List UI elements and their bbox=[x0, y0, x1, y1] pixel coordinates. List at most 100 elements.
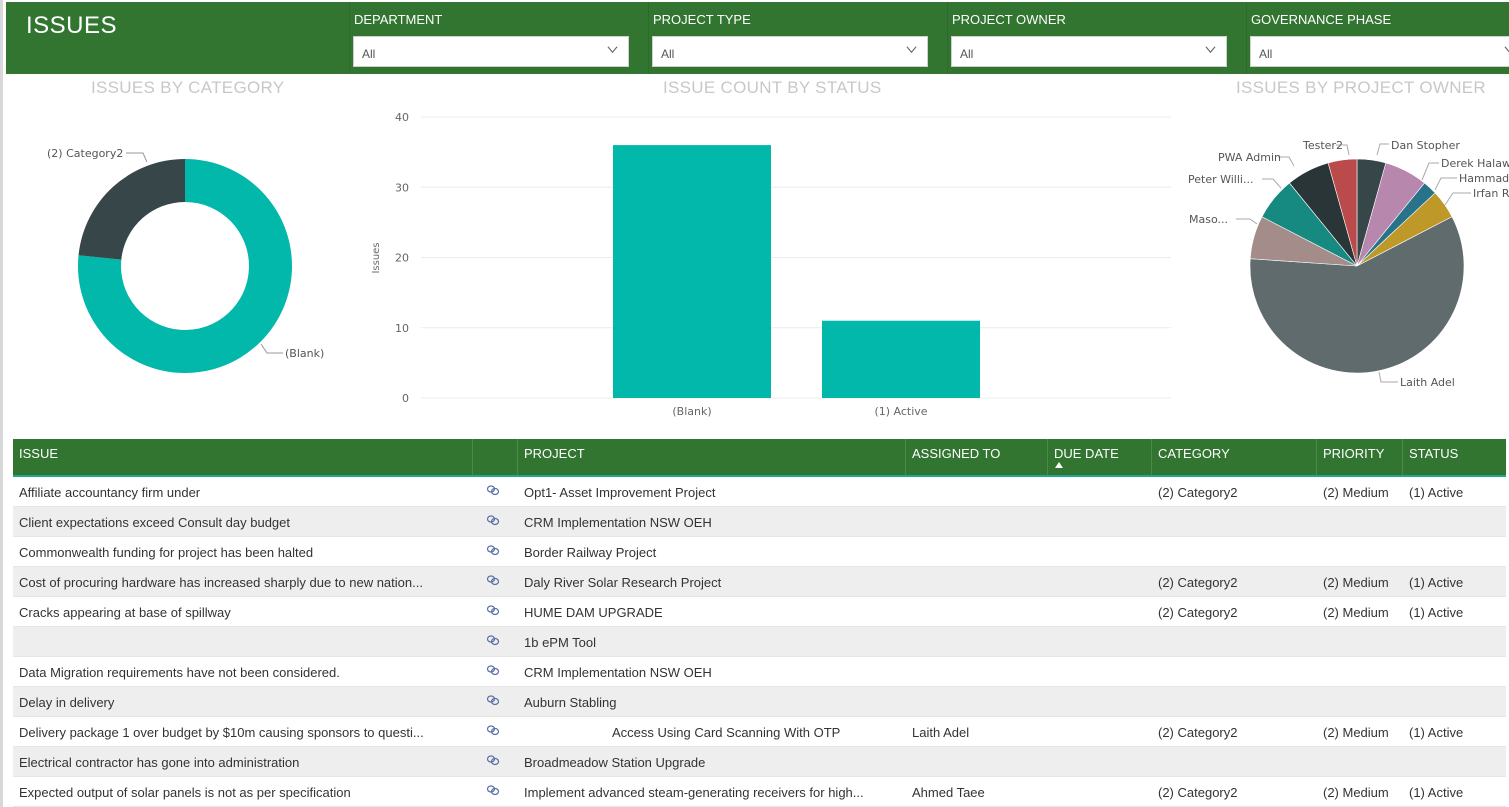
table-row[interactable]: 1b ePM Tool bbox=[13, 627, 1506, 657]
cell-issue: Delivery package 1 over budget by $10m c… bbox=[19, 725, 424, 740]
pie-label-8: Tester2 bbox=[1302, 139, 1343, 152]
cell-due-date bbox=[1048, 537, 1152, 567]
bar-0[interactable] bbox=[613, 145, 771, 398]
chevron-down-icon bbox=[607, 46, 618, 54]
table-row[interactable]: Delay in delivery Auburn Stabling bbox=[13, 687, 1506, 717]
governance-phase-dropdown[interactable]: All bbox=[1250, 36, 1509, 67]
issues-table: ISSUE PROJECT ASSIGNED TO DUE DATE CATEG… bbox=[13, 439, 1506, 807]
table-row[interactable]: Data Migration requirements have not bee… bbox=[13, 657, 1506, 687]
chevron-down-icon bbox=[1205, 46, 1216, 54]
donut-slice-1[interactable] bbox=[78, 159, 185, 260]
cell-priority: (2) Medium bbox=[1323, 605, 1389, 620]
donut-label-blank: (Blank) bbox=[285, 347, 324, 360]
column-header-issue[interactable]: ISSUE bbox=[13, 439, 473, 475]
table-row[interactable]: Cracks appearing at base of spillway HUME… bbox=[13, 597, 1506, 627]
cell-issue: Delay in delivery bbox=[19, 695, 115, 710]
y-tick-label: 30 bbox=[395, 181, 409, 194]
column-header-project[interactable]: PROJECT bbox=[518, 439, 906, 475]
cell-status bbox=[1403, 507, 1506, 537]
cell-category: (2) Category2 bbox=[1158, 605, 1238, 620]
dropdown-value: All bbox=[661, 47, 675, 61]
column-header-assigned-to[interactable]: ASSIGNED TO bbox=[906, 439, 1048, 475]
project-owner-dropdown[interactable]: All bbox=[951, 36, 1227, 67]
leader-line bbox=[126, 152, 148, 163]
cell-issue: Expected output of solar panels is not a… bbox=[19, 785, 351, 800]
cell-due-date bbox=[1048, 597, 1152, 627]
slicer-project-owner: PROJECT OWNER All bbox=[947, 2, 1237, 74]
cell-status bbox=[1403, 627, 1506, 657]
link-icon[interactable] bbox=[485, 664, 501, 676]
cell-due-date bbox=[1048, 477, 1152, 507]
cell-project: Auburn Stabling bbox=[524, 695, 617, 710]
table-row[interactable]: Delivery package 1 over budget by $10m c… bbox=[13, 717, 1506, 747]
column-header-status[interactable]: STATUS bbox=[1403, 439, 1506, 475]
table-row[interactable]: Cost of procuring hardware has increased… bbox=[13, 567, 1506, 597]
bar-1[interactable] bbox=[822, 320, 980, 398]
page-title: ISSUES bbox=[26, 12, 118, 39]
cell-issue bbox=[13, 627, 473, 657]
cell-project: Border Railway Project bbox=[524, 545, 657, 560]
table-row[interactable]: Client expectations exceed Consult day b… bbox=[13, 507, 1506, 537]
project-type-dropdown[interactable]: All bbox=[652, 36, 928, 67]
cell-status: (1) Active bbox=[1409, 785, 1464, 800]
cell-project: Daly River Solar Research Project bbox=[524, 575, 722, 590]
cell-assigned-to bbox=[906, 627, 1048, 657]
column-header-priority[interactable]: PRIORITY bbox=[1317, 439, 1403, 475]
slicer-department: DEPARTMENT All bbox=[349, 2, 639, 74]
pie-label-6: Peter Willi... bbox=[1188, 173, 1253, 186]
cell-status: (1) Active bbox=[1409, 605, 1464, 620]
cell-category: (2) Category2 bbox=[1158, 785, 1238, 800]
link-icon[interactable] bbox=[485, 724, 501, 736]
leader-line bbox=[1421, 162, 1439, 181]
column-header-category[interactable]: CATEGORY bbox=[1152, 439, 1317, 475]
cell-priority: (2) Medium bbox=[1323, 575, 1389, 590]
y-tick-label: 10 bbox=[395, 322, 409, 335]
cell-issue: Affiliate accountancy firm under bbox=[19, 485, 201, 500]
link-icon[interactable] bbox=[485, 694, 501, 706]
pie-label-0: Dan Stopher bbox=[1391, 139, 1460, 152]
chart-title-issue-count-by-status: ISSUE COUNT BY STATUS bbox=[663, 78, 882, 97]
cell-status: (1) Active bbox=[1409, 485, 1464, 500]
link-icon[interactable] bbox=[485, 604, 501, 616]
dropdown-value: All bbox=[362, 47, 376, 61]
cell-status bbox=[1403, 537, 1506, 567]
cell-category: (2) Category2 bbox=[1158, 485, 1238, 500]
table-row[interactable]: Affiliate accountancy firm under Opt1- As… bbox=[13, 477, 1506, 507]
cell-category bbox=[1152, 627, 1317, 657]
leader-line bbox=[1444, 192, 1471, 206]
table-header: ISSUE PROJECT ASSIGNED TO DUE DATE CATEG… bbox=[13, 439, 1506, 477]
cell-assigned-to: Ahmed Taee bbox=[912, 785, 985, 800]
issue-count-by-status-bar-chart: 0 10 20 30 40 Issues (Blank) (1) Active bbox=[371, 111, 1171, 418]
pie-label-5: Maso... bbox=[1189, 213, 1228, 226]
x-tick-label: (1) Active bbox=[874, 405, 927, 418]
cell-project: CRM Implementation NSW OEH bbox=[524, 665, 712, 680]
cell-issue: Cracks appearing at base of spillway bbox=[19, 605, 231, 620]
issues-by-category-donut: (2) Category2 (Blank) bbox=[47, 147, 324, 373]
cell-issue: Cost of procuring hardware has increased… bbox=[19, 575, 423, 590]
table-row[interactable]: Electrical contractor has gone into admi… bbox=[13, 747, 1506, 777]
department-dropdown[interactable]: All bbox=[353, 36, 629, 67]
column-header-label: DUE DATE bbox=[1054, 446, 1119, 461]
table-row[interactable]: Expected output of solar panels is not a… bbox=[13, 777, 1506, 807]
slicer-label: PROJECT OWNER bbox=[952, 12, 1066, 27]
cell-status bbox=[1403, 657, 1506, 687]
cell-project: Implement advanced steam-generating rece… bbox=[524, 785, 864, 800]
cell-issue: Commonwealth funding for project has bee… bbox=[19, 545, 314, 560]
cell-priority bbox=[1317, 657, 1403, 687]
leader-line bbox=[1236, 218, 1258, 225]
link-icon[interactable] bbox=[485, 544, 501, 556]
link-icon[interactable] bbox=[485, 574, 501, 586]
sort-ascending-icon bbox=[1055, 462, 1063, 468]
cell-status bbox=[1403, 687, 1506, 717]
leader-line bbox=[1378, 371, 1398, 383]
column-header-due-date[interactable]: DUE DATE bbox=[1048, 439, 1152, 475]
cell-issue: Electrical contractor has gone into admi… bbox=[19, 755, 300, 770]
cell-assigned-to bbox=[906, 567, 1048, 597]
link-icon[interactable] bbox=[485, 754, 501, 766]
link-icon[interactable] bbox=[485, 634, 501, 646]
link-icon[interactable] bbox=[485, 784, 501, 796]
link-icon[interactable] bbox=[485, 484, 501, 496]
cell-category: (2) Category2 bbox=[1158, 725, 1238, 740]
table-row[interactable]: Commonwealth funding for project has bee… bbox=[13, 537, 1506, 567]
link-icon[interactable] bbox=[485, 514, 501, 526]
